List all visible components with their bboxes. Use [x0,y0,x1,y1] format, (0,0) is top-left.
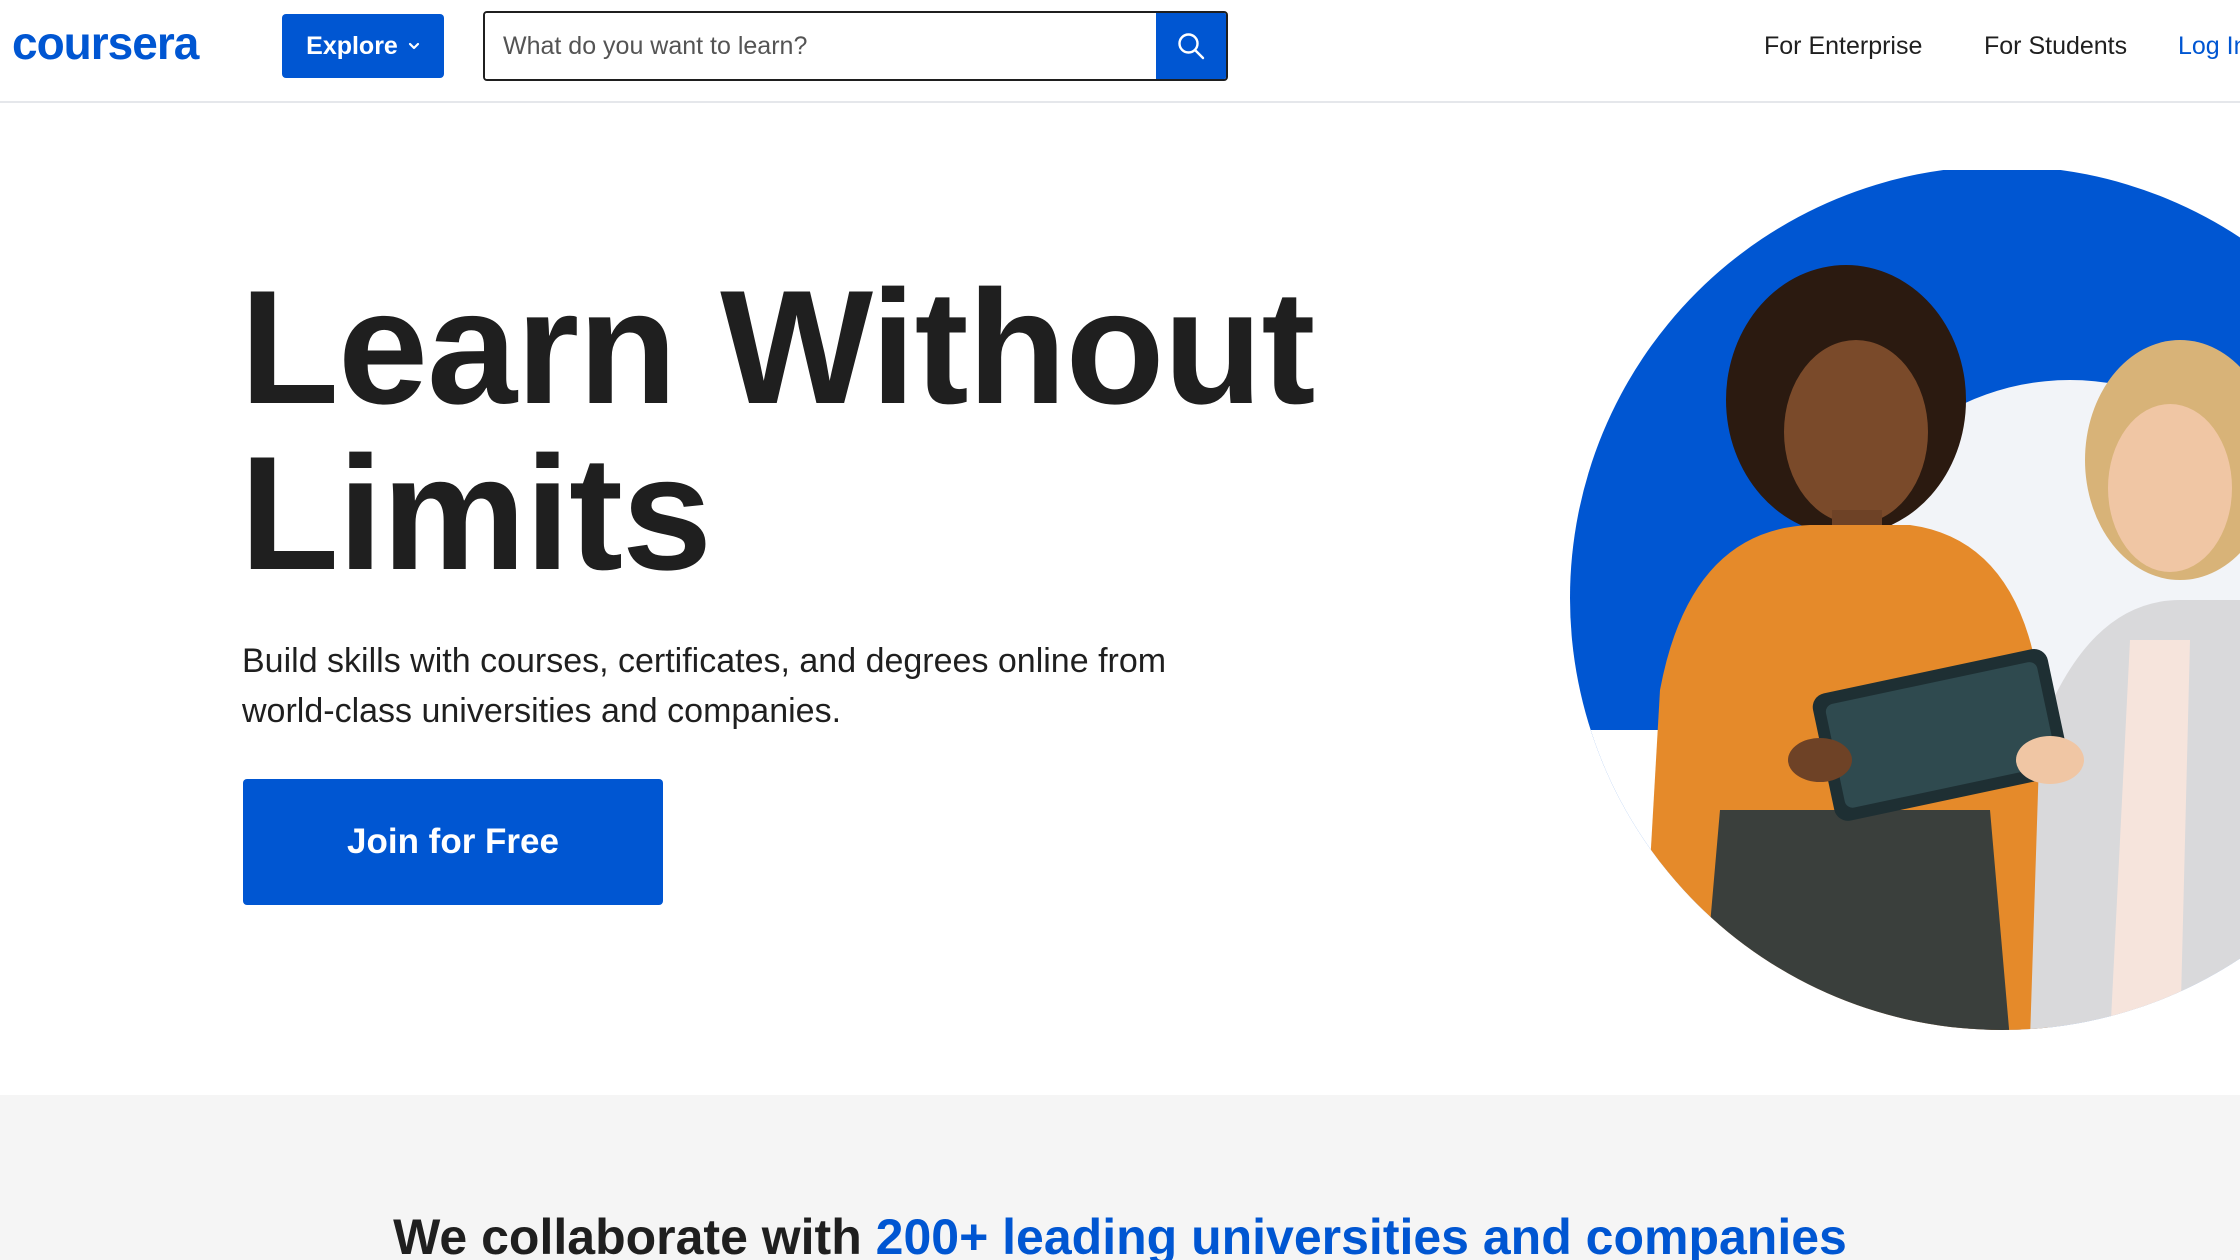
nav-for-enterprise[interactable]: For Enterprise [1764,28,1922,64]
nav-for-students[interactable]: For Students [1984,28,2127,64]
collaborate-prefix: We collaborate with [393,1209,876,1260]
search-button[interactable] [1156,13,1226,79]
hero-title-line1: Learn Without [240,257,1315,438]
nav-log-in[interactable]: Log In [2178,28,2240,64]
explore-button[interactable]: Explore [282,14,444,78]
hero-title: Learn Without Limits [240,265,1320,597]
explore-label: Explore [306,31,398,60]
hero-subtitle: Build skills with courses, certificates,… [242,642,1167,730]
search-bar [483,11,1228,81]
hero-illustration [1570,170,2240,1030]
join-for-free-button[interactable]: Join for Free [243,779,663,905]
search-icon [1178,33,1205,60]
chevron-down-icon [408,42,419,50]
search-input[interactable] [485,13,1156,79]
coursera-logo[interactable]: coursera [12,18,199,68]
top-nav: coursera Explore For Enterprise For Stud… [0,0,2240,103]
hero-image [1570,170,2240,1040]
collaborate-highlight: 200+ leading universities and companies [875,1209,1847,1260]
hero-title-line2: Limits [240,423,712,604]
collaborate-heading: We collaborate with 200+ leading univers… [0,1208,2240,1260]
